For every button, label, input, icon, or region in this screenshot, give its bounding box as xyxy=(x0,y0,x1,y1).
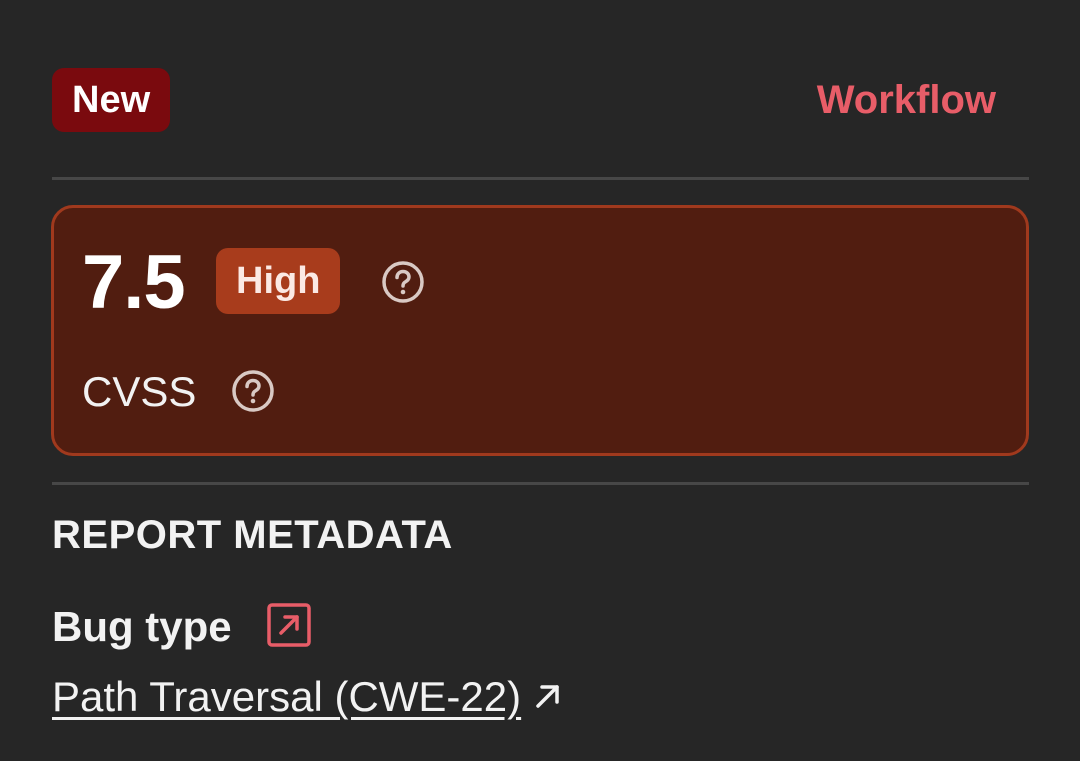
cwe-link[interactable]: Path Traversal (CWE-22) xyxy=(52,670,565,724)
divider xyxy=(52,177,1029,180)
workflow-link[interactable]: Workflow xyxy=(817,72,996,128)
cwe-link-label: Path Traversal (CWE-22) xyxy=(52,673,522,720)
cvss-score-card: 7.5 High CVSS xyxy=(51,205,1029,456)
help-circle-icon[interactable] xyxy=(230,368,276,414)
report-metadata-heading: REPORT METADATA xyxy=(52,513,453,557)
report-panel: New Workflow 7.5 High CVSS REPORT METADA… xyxy=(0,0,1080,761)
help-circle-icon[interactable] xyxy=(380,259,426,305)
severity-badge: High xyxy=(216,248,341,314)
cvss-score-value: 7.5 xyxy=(82,240,186,325)
divider xyxy=(52,482,1029,485)
external-link-box-icon[interactable] xyxy=(266,602,312,648)
bug-type-label: Bug type xyxy=(52,603,232,650)
status-badge: New xyxy=(52,68,171,132)
arrow-up-right-icon xyxy=(531,670,565,724)
cvss-label: CVSS xyxy=(82,368,197,415)
